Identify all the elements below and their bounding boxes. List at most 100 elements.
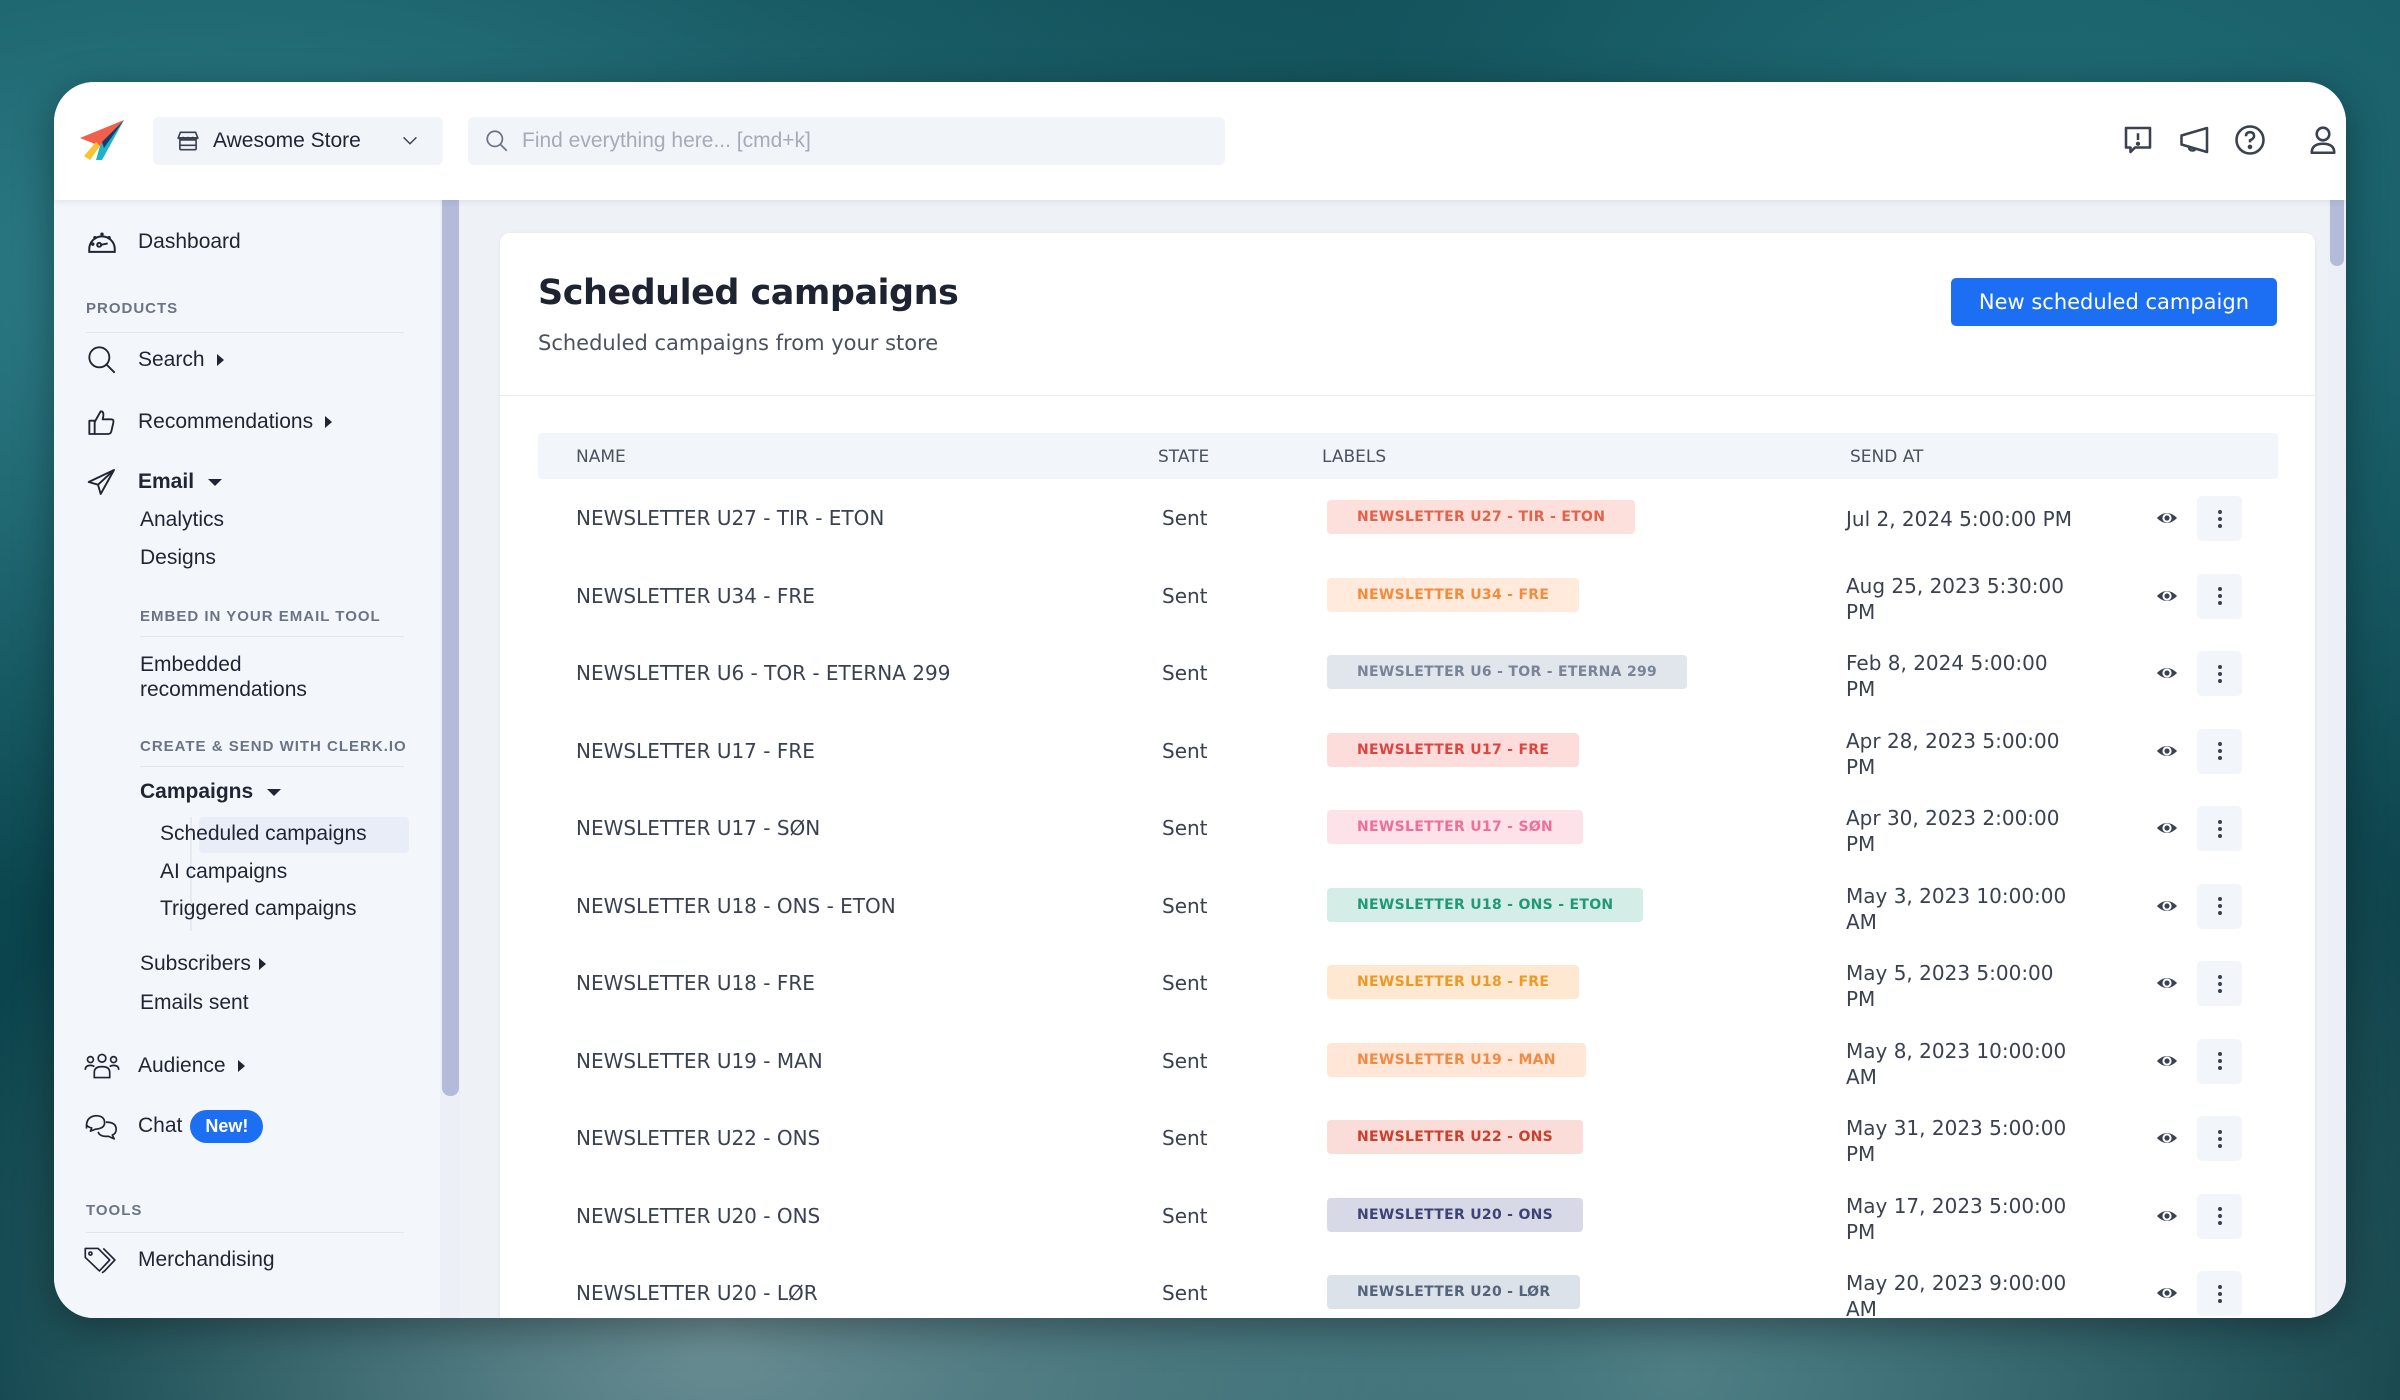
more-options-button[interactable] xyxy=(2197,1116,2242,1161)
campaign-state: Sent xyxy=(1162,1048,1208,1073)
send-at-line: Feb 8, 2024 5:00:00 xyxy=(1846,651,2048,675)
campaign-name[interactable]: NEWSLETTER U18 - FRE xyxy=(576,971,815,995)
more-options-button[interactable] xyxy=(2197,806,2242,851)
kebab-menu-icon xyxy=(2217,897,2222,915)
more-options-button[interactable] xyxy=(2197,573,2242,619)
help-icon[interactable] xyxy=(2232,122,2268,158)
table-row[interactable]: NEWSLETTER U18 - ONS - ETON Sent NEWSLET… xyxy=(538,867,2278,945)
eye-icon[interactable] xyxy=(2156,585,2178,607)
campaign-name[interactable]: NEWSLETTER U22 - ONS xyxy=(576,1126,820,1150)
table-row[interactable]: NEWSLETTER U20 - ONS Sent NEWSLETTER U20… xyxy=(538,1177,2278,1255)
sidebar-item-ai-campaigns[interactable]: AI campaigns xyxy=(160,860,287,884)
main-scrollbar-thumb[interactable] xyxy=(2330,200,2344,266)
sidebar-item-scheduled-campaigns[interactable]: Scheduled campaigns xyxy=(160,822,367,846)
table-row[interactable]: NEWSLETTER U19 - MAN Sent NEWSLETTER U19… xyxy=(538,1022,2278,1100)
kebab-menu-icon xyxy=(2217,509,2222,528)
table-row[interactable]: NEWSLETTER U17 - FRE Sent NEWSLETTER U17… xyxy=(538,712,2278,790)
sidebar-item-embedded-recommendations[interactable]: Embedded recommendations xyxy=(140,652,307,702)
sidebar-item-merchandising[interactable]: Merchandising xyxy=(84,1242,275,1278)
sidebar-item-emails-sent[interactable]: Emails sent xyxy=(140,991,249,1015)
sidebar-item-label: Subscribers xyxy=(140,952,251,975)
eye-icon[interactable] xyxy=(2156,662,2178,684)
sidebar-item-label: Recommendations xyxy=(138,410,314,433)
campaign-state: Sent xyxy=(1162,971,1208,995)
user-profile-icon[interactable] xyxy=(2305,122,2341,158)
more-options-button[interactable] xyxy=(2197,1271,2242,1316)
sidebar-item-dashboard[interactable]: Dashboard xyxy=(84,224,241,260)
campaign-name[interactable]: NEWSLETTER U20 - LØR xyxy=(576,1281,818,1305)
clerk-logo-icon[interactable] xyxy=(78,116,128,166)
column-header-name[interactable]: NAME xyxy=(576,447,626,467)
campaign-name[interactable]: NEWSLETTER U20 - ONS xyxy=(576,1204,820,1228)
sidebar-item-analytics[interactable]: Analytics xyxy=(140,508,224,532)
table-row[interactable]: NEWSLETTER U27 - TIR - ETON Sent NEWSLET… xyxy=(538,479,2278,557)
campaign-name[interactable]: NEWSLETTER U34 - FRE xyxy=(576,584,815,608)
eye-icon[interactable] xyxy=(2156,895,2178,917)
column-header-state[interactable]: STATE xyxy=(1158,447,1209,467)
table-row[interactable]: NEWSLETTER U34 - FRE Sent NEWSLETTER U34… xyxy=(538,557,2278,635)
column-header-labels[interactable]: LABELS xyxy=(1322,447,1386,467)
eye-icon[interactable] xyxy=(2156,507,2178,529)
more-options-button[interactable] xyxy=(2197,1193,2242,1239)
label-badge: NEWSLETTER U17 - FRE xyxy=(1327,732,1580,767)
table-row[interactable]: NEWSLETTER U17 - SØN Sent NEWSLETTER U17… xyxy=(538,789,2278,867)
new-scheduled-campaign-button[interactable]: New scheduled campaign xyxy=(1950,278,2277,326)
campaign-state: Sent xyxy=(1162,893,1208,918)
eye-icon[interactable] xyxy=(2156,1127,2178,1149)
more-options-button[interactable] xyxy=(2197,883,2242,929)
kebab-menu-icon xyxy=(2217,1129,2222,1148)
sidebar-item-triggered-campaigns[interactable]: Triggered campaigns xyxy=(160,897,357,921)
table-row[interactable]: NEWSLETTER U6 - TOR - ETERNA 299 Sent NE… xyxy=(538,634,2278,712)
campaign-state: Sent xyxy=(1162,506,1208,530)
send-at-line: PM xyxy=(1846,677,1876,701)
sidebar-item-campaigns[interactable]: Campaigns xyxy=(140,780,282,804)
audience-group-icon xyxy=(84,1048,120,1084)
campaign-name[interactable]: NEWSLETTER U19 - MAN xyxy=(576,1049,823,1073)
eye-icon[interactable] xyxy=(2156,972,2178,994)
global-search[interactable] xyxy=(468,117,1225,165)
eye-icon[interactable] xyxy=(2156,817,2178,839)
sidebar-scrollbar-thumb[interactable] xyxy=(442,200,459,1096)
divider xyxy=(86,332,404,333)
column-header-send-at[interactable]: SEND AT xyxy=(1850,447,1923,467)
sidebar-item-subscribers[interactable]: Subscribers xyxy=(140,952,266,976)
table-row[interactable]: NEWSLETTER U18 - FRE Sent NEWSLETTER U18… xyxy=(538,944,2278,1022)
kebab-menu-icon xyxy=(2217,974,2222,993)
sidebar-item-chat[interactable]: Chat New! xyxy=(84,1108,264,1144)
store-selector[interactable]: Awesome Store xyxy=(153,117,443,165)
sidebar-item-email[interactable]: Email xyxy=(84,464,223,500)
sidebar-scrollbar[interactable] xyxy=(440,200,460,1318)
campaign-name[interactable]: NEWSLETTER U17 - SØN xyxy=(576,816,820,840)
campaign-name[interactable]: NEWSLETTER U27 - TIR - ETON xyxy=(576,506,884,530)
eye-icon[interactable] xyxy=(2156,740,2178,762)
feedback-icon[interactable] xyxy=(2120,122,2156,158)
eye-icon[interactable] xyxy=(2156,1205,2178,1227)
sidebar-item-audience[interactable]: Audience xyxy=(84,1048,245,1084)
store-name: Awesome Store xyxy=(213,129,361,152)
main-scrollbar[interactable] xyxy=(2328,200,2346,1318)
campaigns-table: NAME STATE LABELS SEND AT NEWSLETTER U27… xyxy=(538,433,2278,1318)
eye-icon[interactable] xyxy=(2156,1050,2178,1072)
sidebar-item-designs[interactable]: Designs xyxy=(140,546,216,570)
table-row[interactable]: NEWSLETTER U22 - ONS Sent NEWSLETTER U22… xyxy=(538,1099,2278,1177)
section-heading-embed: EMBED IN YOUR EMAIL TOOL xyxy=(140,608,381,625)
sidebar-item-search[interactable]: Search xyxy=(84,342,224,378)
campaign-name[interactable]: NEWSLETTER U18 - ONS - ETON xyxy=(576,894,896,918)
campaign-name[interactable]: NEWSLETTER U6 - TOR - ETERNA 299 xyxy=(576,661,950,685)
chevron-down-icon xyxy=(403,136,417,145)
more-options-button[interactable] xyxy=(2197,728,2242,774)
table-row[interactable]: NEWSLETTER U20 - LØR Sent NEWSLETTER U20… xyxy=(538,1254,2278,1318)
sidebar-item-recommendations[interactable]: Recommendations xyxy=(84,404,333,440)
sidebar-item-label: Dashboard xyxy=(138,230,241,253)
more-options-button[interactable] xyxy=(2197,1038,2242,1084)
eye-icon[interactable] xyxy=(2156,1282,2178,1304)
campaign-name[interactable]: NEWSLETTER U17 - FRE xyxy=(576,739,815,763)
more-options-button[interactable] xyxy=(2197,651,2242,696)
more-options-button[interactable] xyxy=(2197,496,2242,541)
campaign-state: Sent xyxy=(1162,1203,1208,1228)
search-input[interactable] xyxy=(522,129,1209,153)
sidebar-item-label: Merchandising xyxy=(138,1248,275,1271)
page-title: Scheduled campaigns xyxy=(538,273,959,313)
more-options-button[interactable] xyxy=(2197,961,2242,1006)
megaphone-icon[interactable] xyxy=(2177,122,2213,158)
